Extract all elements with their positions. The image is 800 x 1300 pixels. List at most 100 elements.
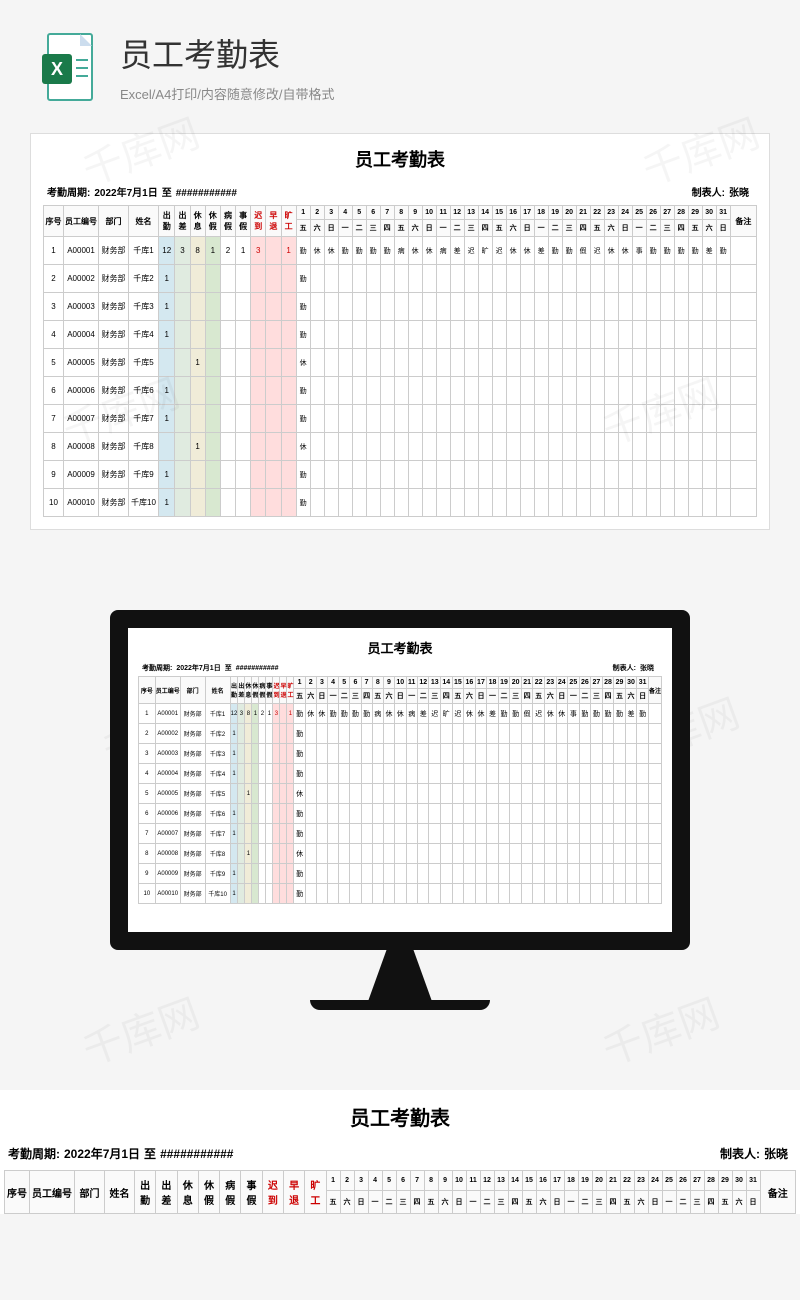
cell-day bbox=[394, 293, 408, 321]
cell-day bbox=[625, 784, 637, 804]
cell-total bbox=[220, 461, 235, 489]
cell-day: 病 bbox=[394, 237, 408, 265]
cell-day bbox=[305, 884, 316, 904]
cell-day bbox=[406, 784, 417, 804]
cell-day bbox=[478, 433, 492, 461]
cell-day: 休 bbox=[395, 704, 407, 724]
cell-total bbox=[266, 884, 273, 904]
cell-total bbox=[251, 321, 266, 349]
cell-day bbox=[328, 804, 339, 824]
cell-total bbox=[190, 265, 205, 293]
cell-total bbox=[280, 784, 287, 804]
col-day-wk: 三 bbox=[350, 689, 361, 704]
attendance-sheet-header: 员工考勤表考勤周期:2022年7月1日至###########制表人:张晓序号员… bbox=[4, 1102, 796, 1214]
cell-day bbox=[604, 377, 618, 405]
cell-day bbox=[429, 784, 441, 804]
cell-dept: 财务部 bbox=[99, 349, 129, 377]
cell-day bbox=[646, 349, 660, 377]
cell-day bbox=[441, 744, 453, 764]
cell-day bbox=[475, 784, 487, 804]
col-day-num: 9 bbox=[408, 206, 422, 220]
cell-name: 千库9 bbox=[205, 864, 230, 884]
cell-day: 休 bbox=[324, 237, 338, 265]
col-day-num: 29 bbox=[614, 677, 626, 689]
cell-day: 事 bbox=[632, 237, 646, 265]
cell-day bbox=[380, 349, 394, 377]
cell-day bbox=[475, 724, 487, 744]
col-day-num: 18 bbox=[534, 206, 548, 220]
cell-total bbox=[251, 405, 266, 433]
cell-total bbox=[238, 884, 245, 904]
cell-total bbox=[266, 724, 273, 744]
cell-total bbox=[280, 704, 287, 724]
cell-day bbox=[417, 744, 429, 764]
period-info: 考勤周期:2022年7月1日至########### bbox=[142, 663, 283, 673]
cell-day: 勤 bbox=[294, 744, 305, 764]
cell-day bbox=[366, 405, 380, 433]
cell-total bbox=[205, 489, 220, 517]
col-day-wk: 五 bbox=[394, 220, 408, 237]
cell-total bbox=[259, 784, 266, 804]
col-day-num: 4 bbox=[328, 677, 339, 689]
cell-day bbox=[316, 844, 327, 864]
cell-day bbox=[361, 724, 372, 744]
cell-dept: 财务部 bbox=[180, 844, 205, 864]
cell-day bbox=[556, 824, 568, 844]
cell-day bbox=[568, 884, 580, 904]
cell-total: 1 bbox=[245, 784, 252, 804]
col-day-wk: 五 bbox=[522, 1191, 536, 1214]
col-day-wk: 三 bbox=[690, 1191, 704, 1214]
cell-day bbox=[441, 884, 453, 904]
cell-day bbox=[637, 784, 649, 804]
cell-total bbox=[273, 804, 280, 824]
cell-seq: 6 bbox=[139, 804, 156, 824]
cell-day bbox=[338, 461, 352, 489]
cell-day: 旷 bbox=[478, 237, 492, 265]
cell-day bbox=[506, 405, 520, 433]
col-day-num: 23 bbox=[634, 1171, 648, 1191]
sheet-preview-bottom: 员工考勤表考勤周期:2022年7月1日至###########制表人:张晓序号员… bbox=[0, 1090, 800, 1214]
col-day-wk: 三 bbox=[396, 1191, 410, 1214]
cell-day bbox=[338, 321, 352, 349]
col-day-num: 28 bbox=[602, 677, 614, 689]
cell-total bbox=[236, 433, 251, 461]
cell-day bbox=[562, 433, 576, 461]
cell-day bbox=[548, 461, 562, 489]
cell-day bbox=[328, 784, 339, 804]
col-day-wk: 六 bbox=[544, 689, 556, 704]
cell-day bbox=[632, 461, 646, 489]
cell-total bbox=[281, 321, 296, 349]
cell-day bbox=[702, 405, 716, 433]
cell-day bbox=[591, 764, 603, 784]
cell-seq: 7 bbox=[139, 824, 156, 844]
cell-total bbox=[280, 884, 287, 904]
cell-day bbox=[338, 349, 352, 377]
cell-total bbox=[259, 724, 266, 744]
cell-day bbox=[361, 824, 372, 844]
cell-seq: 6 bbox=[44, 377, 64, 405]
cell-day bbox=[310, 377, 324, 405]
cell-day bbox=[305, 844, 316, 864]
cell-day: 休 bbox=[294, 784, 305, 804]
creator-info: 制表人:张晓 bbox=[720, 1145, 792, 1162]
cell-day bbox=[338, 377, 352, 405]
cell-day bbox=[625, 744, 637, 764]
attendance-table: 序号员工编号部门姓名出勤出差休息休假病假事假迟到早退旷工123456789101… bbox=[4, 1170, 796, 1214]
cell-day bbox=[310, 489, 324, 517]
col-day-num: 27 bbox=[591, 677, 603, 689]
col-day-wk: 一 bbox=[368, 1191, 382, 1214]
col-day-wk: 五 bbox=[718, 1191, 732, 1214]
cell-day bbox=[417, 784, 429, 804]
cell-day bbox=[338, 489, 352, 517]
cell-seq: 2 bbox=[139, 724, 156, 744]
cell-day bbox=[352, 265, 366, 293]
cell-day bbox=[436, 349, 450, 377]
cell-total bbox=[287, 864, 294, 884]
cell-day bbox=[506, 377, 520, 405]
cell-day bbox=[328, 824, 339, 844]
cell-day bbox=[602, 884, 614, 904]
cell-day bbox=[591, 804, 603, 824]
cell-day bbox=[339, 884, 350, 904]
cell-day bbox=[436, 293, 450, 321]
cell-day: 勤 bbox=[380, 237, 394, 265]
